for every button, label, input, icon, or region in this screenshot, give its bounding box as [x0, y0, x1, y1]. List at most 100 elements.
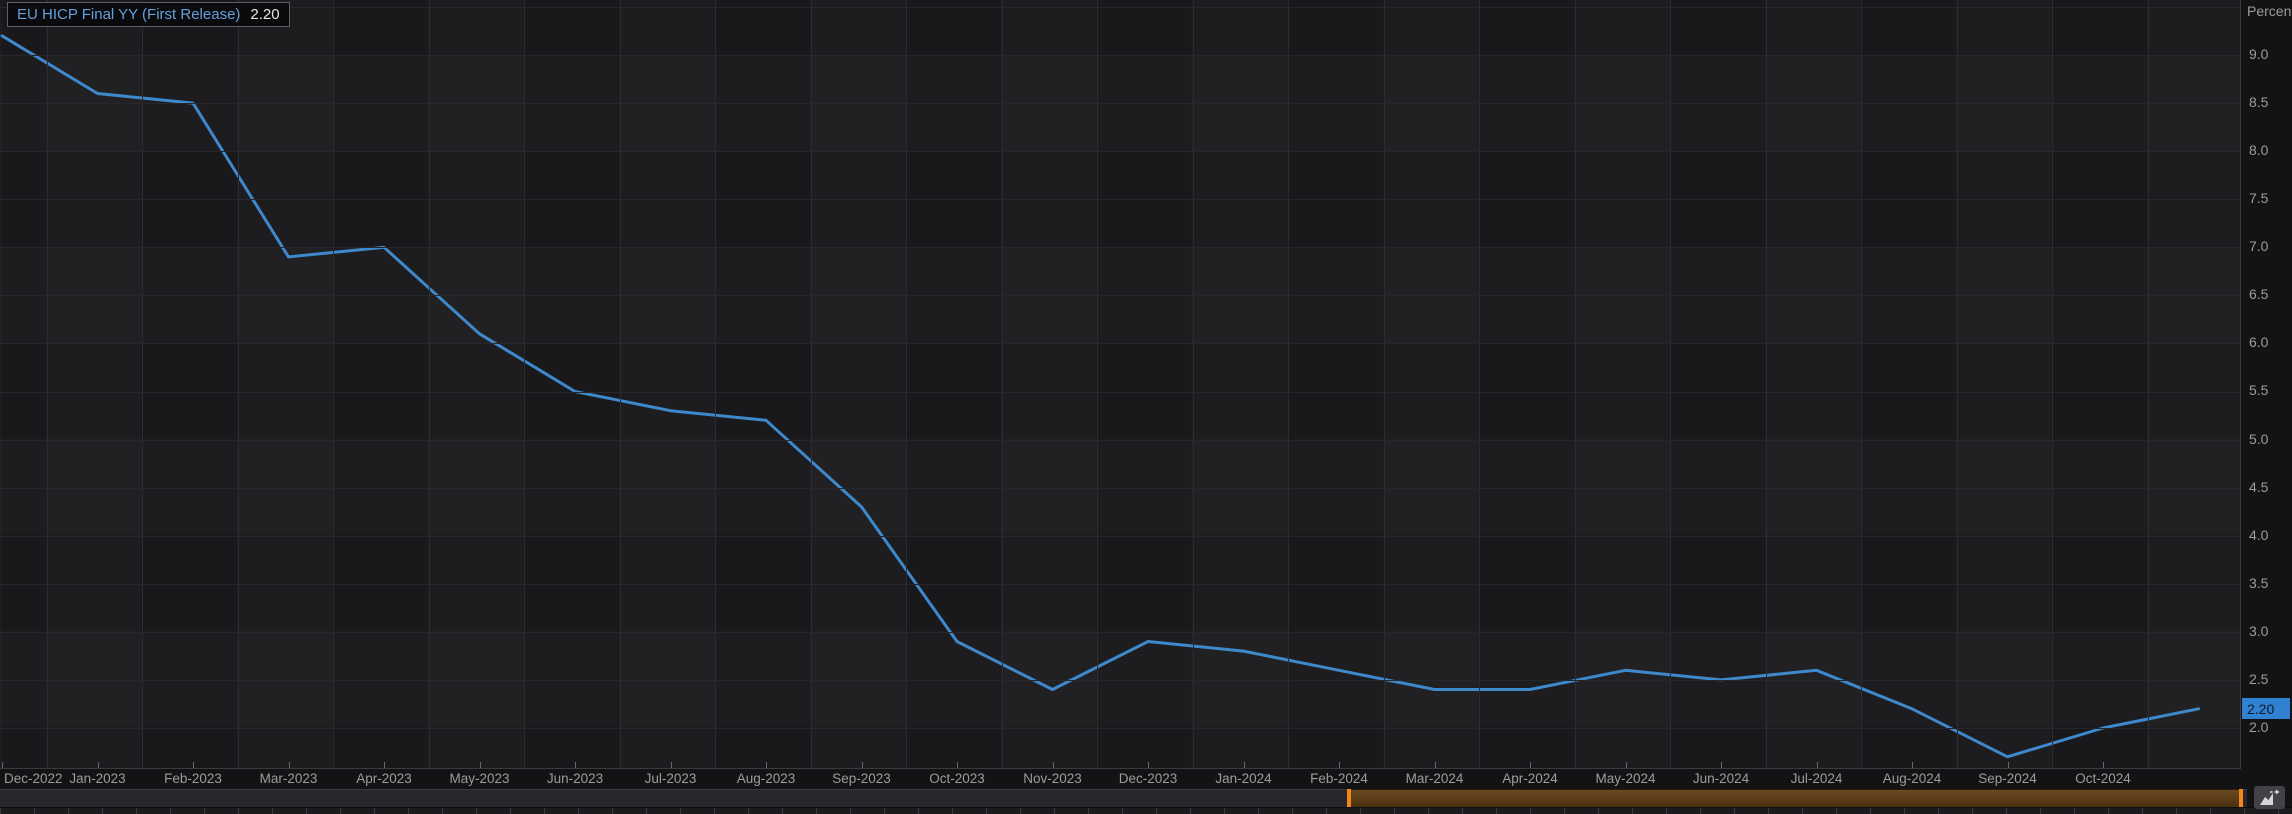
y-tick-label: 5.5: [2249, 382, 2268, 398]
vertical-gridline: [1288, 0, 1289, 768]
x-tick-mark: [1435, 762, 1436, 768]
x-tick-mark: [1530, 762, 1531, 768]
x-tick-label: Nov-2023: [1023, 771, 1082, 786]
vertical-gridline: [1861, 0, 1862, 768]
x-tick-label: Feb-2024: [1310, 771, 1368, 786]
x-tick-mark: [957, 762, 958, 768]
x-tick-label: Sep-2024: [1978, 771, 2037, 786]
horizontal-gridline: [0, 392, 2241, 393]
x-tick-mark: [575, 762, 576, 768]
legend-series-label: EU HICP Final YY (First Release): [17, 6, 240, 23]
x-tick-label: Jan-2023: [69, 771, 125, 786]
y-tick-label: 6.5: [2249, 286, 2268, 302]
x-tick-mark: [2008, 762, 2009, 768]
x-tick-label: Jul-2023: [645, 771, 697, 786]
x-tick-label: Oct-2023: [929, 771, 985, 786]
chart-jump-to-latest-icon: [2258, 789, 2281, 806]
y-tick-label: 7.5: [2249, 190, 2268, 206]
y-tick-label: 2.5: [2249, 671, 2268, 687]
x-tick-mark: [2103, 762, 2104, 768]
x-tick-label: Aug-2023: [737, 771, 796, 786]
x-tick-label: Sep-2023: [832, 771, 891, 786]
vertical-gridline: [1193, 0, 1194, 768]
plot-area[interactable]: [0, 0, 2241, 768]
vertical-gridline: [906, 0, 907, 768]
x-tick-mark: [862, 762, 863, 768]
vertical-gridline: [1766, 0, 1767, 768]
vertical-gridline: [715, 0, 716, 768]
x-tick-mark: [1244, 762, 1245, 768]
vertical-gridline: [1957, 0, 1958, 768]
series-line-layer: [0, 0, 2241, 768]
vertical-gridline: [524, 0, 525, 768]
x-tick-label: Jun-2023: [547, 771, 603, 786]
x-tick-mark: [1817, 762, 1818, 768]
x-tick-mark: [766, 762, 767, 768]
x-tick-mark: [1721, 762, 1722, 768]
range-right-cap[interactable]: [2239, 789, 2243, 807]
y-tick-label: 4.0: [2249, 527, 2268, 543]
x-tick-label: Aug-2024: [1883, 771, 1942, 786]
jump-to-latest-button[interactable]: [2254, 786, 2285, 809]
vertical-gridline: [2052, 0, 2053, 768]
x-tick-mark: [1626, 762, 1627, 768]
timeline-range-handle[interactable]: [1347, 789, 2243, 807]
vertical-gridline: [333, 0, 334, 768]
y-tick-label: 3.5: [2249, 575, 2268, 591]
y-axis-title: Percent: [2247, 3, 2292, 19]
vertical-gridline: [1575, 0, 1576, 768]
vertical-gridline: [47, 0, 48, 768]
horizontal-gridline: [0, 584, 2241, 585]
x-tick-mark: [98, 762, 99, 768]
vertical-gridline: [238, 0, 239, 768]
horizontal-gridline: [0, 488, 2241, 489]
chart-window: EU HICP Final YY (First Release) 2.20 Pe…: [0, 0, 2292, 814]
x-tick-mark: [2, 762, 3, 768]
x-tick-label: Dec-2022: [4, 771, 63, 786]
x-tick-label: Oct-2024: [2075, 771, 2131, 786]
legend-last-value: 2.20: [250, 6, 279, 23]
vertical-gridline: [1384, 0, 1385, 768]
x-tick-mark: [1053, 762, 1054, 768]
x-axis[interactable]: Dec-2022Jan-2023Feb-2023Mar-2023Apr-2023…: [0, 768, 2241, 790]
horizontal-gridline: [0, 55, 2241, 56]
vertical-gridline: [429, 0, 430, 768]
vertical-gridline: [1002, 0, 1003, 768]
horizontal-gridline: [0, 680, 2241, 681]
horizontal-gridline: [0, 151, 2241, 152]
y-axis[interactable]: Percent 2.20 9.08.58.07.57.06.56.05.55.0…: [2241, 0, 2292, 788]
horizontal-gridline: [0, 295, 2241, 296]
horizontal-gridline: [0, 632, 2241, 633]
series-line: [2, 36, 2199, 757]
legend[interactable]: EU HICP Final YY (First Release) 2.20: [7, 2, 290, 27]
y-tick-label: 9.0: [2249, 46, 2268, 62]
range-left-cap[interactable]: [1347, 789, 1351, 807]
horizontal-gridline: [0, 103, 2241, 104]
timeline-mini-strip: [0, 807, 2292, 814]
x-tick-label: Apr-2023: [356, 771, 412, 786]
x-tick-mark: [193, 762, 194, 768]
x-tick-mark: [1339, 762, 1340, 768]
vertical-gridline: [620, 0, 621, 768]
y-tick-label: 8.5: [2249, 94, 2268, 110]
horizontal-gridline: [0, 536, 2241, 537]
y-tick-label: 5.0: [2249, 431, 2268, 447]
y-tick-label: 3.0: [2249, 623, 2268, 639]
x-tick-label: Feb-2023: [164, 771, 222, 786]
x-tick-mark: [289, 762, 290, 768]
last-value-badge: 2.20: [2242, 698, 2290, 719]
vertical-gridline: [1097, 0, 1098, 768]
x-tick-mark: [671, 762, 672, 768]
x-tick-label: Dec-2023: [1119, 771, 1178, 786]
horizontal-gridline: [0, 343, 2241, 344]
horizontal-gridline: [0, 7, 2241, 8]
y-tick-label: 8.0: [2249, 142, 2268, 158]
y-tick-label: 2.0: [2249, 719, 2268, 735]
x-tick-label: Jan-2024: [1215, 771, 1271, 786]
x-tick-mark: [1148, 762, 1149, 768]
y-tick-label: 7.0: [2249, 238, 2268, 254]
vertical-gridline: [1670, 0, 1671, 768]
x-tick-label: May-2023: [449, 771, 509, 786]
x-tick-mark: [480, 762, 481, 768]
vertical-gridline: [1479, 0, 1480, 768]
